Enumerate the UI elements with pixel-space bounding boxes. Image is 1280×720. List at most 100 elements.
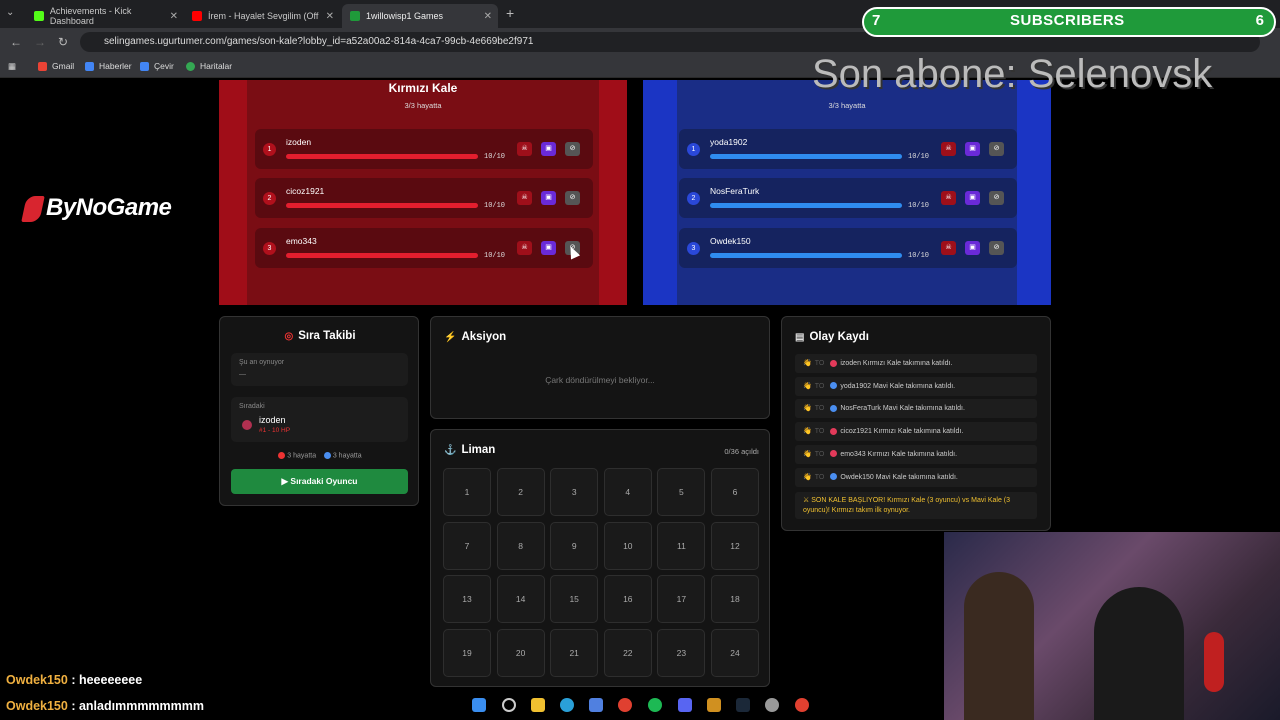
microphone bbox=[1204, 632, 1224, 692]
obs-icon[interactable] bbox=[765, 698, 779, 712]
harbor-cell[interactable]: 5 bbox=[657, 468, 706, 516]
next-player-button[interactable]: ▶ Sıradaki Oyuncu bbox=[231, 469, 408, 494]
player-number: 2 bbox=[263, 192, 276, 205]
harbor-cell[interactable]: 11 bbox=[657, 521, 706, 570]
forward-icon[interactable]: → bbox=[34, 35, 46, 49]
harbor-cell[interactable]: 15 bbox=[550, 575, 599, 624]
apps-icon[interactable]: ▦ bbox=[8, 61, 16, 72]
block-button[interactable]: ⊘ bbox=[989, 241, 1004, 255]
log-time: TO bbox=[814, 360, 825, 367]
log-text: yoda1902 Mavi Kale takımına katıldı. bbox=[840, 382, 956, 390]
harbor-cell[interactable]: 6 bbox=[711, 468, 759, 516]
harbor-cell[interactable]: 17 bbox=[657, 575, 706, 624]
skull-button[interactable]: ☠ bbox=[517, 142, 532, 156]
shield-button[interactable]: ▣ bbox=[965, 241, 980, 255]
player-number: 1 bbox=[263, 143, 276, 156]
swords-icon: ⚔ bbox=[803, 497, 812, 504]
chrome-icon[interactable] bbox=[795, 698, 809, 712]
bookmark-haritalar[interactable]: Haritalar bbox=[186, 61, 232, 71]
harbor-cell[interactable]: 14 bbox=[496, 575, 545, 624]
wave-icon: 👋 bbox=[803, 473, 812, 481]
block-button[interactable]: ⊘ bbox=[989, 191, 1004, 205]
harbor-cell[interactable]: 22 bbox=[603, 629, 652, 678]
harbor-cell[interactable]: 2 bbox=[496, 468, 545, 516]
player-name: Owdek150 bbox=[710, 236, 751, 246]
now-value: — bbox=[239, 371, 246, 378]
skull-button[interactable]: ☠ bbox=[517, 191, 532, 205]
skull-button[interactable]: ☠ bbox=[941, 241, 956, 255]
tab-search-icon[interactable]: ⌄ bbox=[6, 7, 14, 18]
harbor-cell[interactable]: 12 bbox=[711, 521, 759, 570]
search-icon[interactable] bbox=[502, 698, 516, 712]
harbor-cell[interactable]: 23 bbox=[657, 629, 706, 678]
close-tab-icon[interactable]: ✕ bbox=[170, 11, 178, 22]
back-icon[interactable]: ← bbox=[10, 35, 22, 49]
harbor-cell[interactable]: 7 bbox=[443, 521, 491, 570]
harbor-cell[interactable]: 4 bbox=[603, 468, 652, 516]
harbor-cell[interactable]: 20 bbox=[496, 629, 545, 678]
block-button[interactable]: ⊘ bbox=[565, 191, 580, 205]
harbor-cell[interactable]: 13 bbox=[443, 575, 491, 624]
chrome-icon[interactable] bbox=[618, 698, 632, 712]
harbor-cell[interactable]: 1 bbox=[443, 468, 491, 516]
taskbar bbox=[430, 690, 830, 720]
blue-team-dot-icon bbox=[830, 382, 838, 390]
reload-icon[interactable]: ↻ bbox=[58, 35, 68, 49]
hp-value: 10/10 bbox=[484, 252, 506, 260]
player-name: yoda1902 bbox=[710, 137, 748, 147]
file-explorer-icon[interactable] bbox=[531, 698, 545, 712]
tab-kick-dashboard[interactable]: Achievements - Kick Dashboard ✕ bbox=[26, 4, 184, 28]
harbor-cell[interactable]: 9 bbox=[550, 521, 599, 570]
action-title: ⚡ Aksiyon bbox=[444, 331, 507, 343]
harbor-cell[interactable]: 3 bbox=[550, 468, 599, 516]
skull-button[interactable]: ☠ bbox=[517, 241, 532, 255]
log-text: izoden Kırmızı Kale takımına katıldı. bbox=[840, 360, 953, 367]
tab-youtube[interactable]: İrem - Hayalet Sevgilim (Off ✕ bbox=[184, 4, 340, 28]
tab-games[interactable]: 1willowisp1 Games ✕ bbox=[342, 4, 498, 28]
store-icon[interactable] bbox=[589, 698, 603, 712]
windows-start-icon[interactable] bbox=[472, 698, 486, 712]
bookmark-haberler[interactable]: Haberler bbox=[85, 61, 132, 71]
player-card: 3 emo343 10/10 ☠ ▣ ⊘ bbox=[255, 228, 593, 268]
skull-button[interactable]: ☠ bbox=[941, 191, 956, 205]
target-icon: ◎ bbox=[284, 331, 294, 342]
harbor-cell[interactable]: 19 bbox=[443, 629, 491, 678]
harbor-cell[interactable]: 24 bbox=[711, 629, 759, 678]
hp-bar bbox=[710, 203, 902, 208]
close-tab-icon[interactable]: ✕ bbox=[326, 11, 334, 22]
shield-button[interactable]: ▣ bbox=[541, 241, 556, 255]
shield-button[interactable]: ▣ bbox=[965, 191, 980, 205]
streamer-right bbox=[1094, 587, 1184, 720]
turn-panel: ◎ Sıra Takibi Şu an oynuyor — Sıradaki iz… bbox=[219, 316, 419, 506]
steam-icon[interactable] bbox=[736, 698, 750, 712]
harbor-cell[interactable]: 16 bbox=[603, 575, 652, 624]
harbor-cell[interactable]: 10 bbox=[603, 521, 652, 570]
shield-button[interactable]: ▣ bbox=[541, 191, 556, 205]
harbor-title: ⚓ Liman bbox=[444, 444, 496, 456]
bookmark-cevir[interactable]: Çevir bbox=[140, 61, 174, 71]
discord-icon[interactable] bbox=[678, 698, 692, 712]
player-card: 1 yoda1902 10/10 ☠ ▣ ⊘ bbox=[679, 129, 1017, 169]
skull-button[interactable]: ☠ bbox=[941, 142, 956, 156]
spotify-icon[interactable] bbox=[648, 698, 662, 712]
last-subscriber: Son abone: Selenovsk bbox=[812, 52, 1213, 96]
app-icon[interactable] bbox=[707, 698, 721, 712]
block-button[interactable]: ⊘ bbox=[989, 142, 1004, 156]
shield-button[interactable]: ▣ bbox=[541, 142, 556, 156]
bookmark-gmail[interactable]: Gmail bbox=[38, 61, 74, 71]
log-time: TO bbox=[814, 473, 825, 481]
log-text: emo343 Kırmızı Kale takımına katıldı. bbox=[840, 450, 958, 458]
shield-button[interactable]: ▣ bbox=[965, 142, 980, 156]
news-icon bbox=[85, 61, 94, 71]
edge-icon[interactable] bbox=[560, 698, 574, 712]
harbor-cell[interactable]: 18 bbox=[711, 575, 759, 624]
log-entry: 👋 TO emo343 Kırmızı Kale takımına katıldı. bbox=[795, 444, 1037, 464]
player-number: 3 bbox=[687, 242, 700, 255]
close-tab-icon[interactable]: ✕ bbox=[484, 11, 492, 22]
gmail-icon bbox=[38, 61, 47, 71]
translate-icon bbox=[140, 61, 149, 71]
block-button[interactable]: ⊘ bbox=[565, 142, 580, 156]
harbor-cell[interactable]: 8 bbox=[496, 521, 545, 570]
new-tab-icon[interactable]: + bbox=[506, 5, 514, 21]
harbor-cell[interactable]: 21 bbox=[550, 629, 599, 678]
